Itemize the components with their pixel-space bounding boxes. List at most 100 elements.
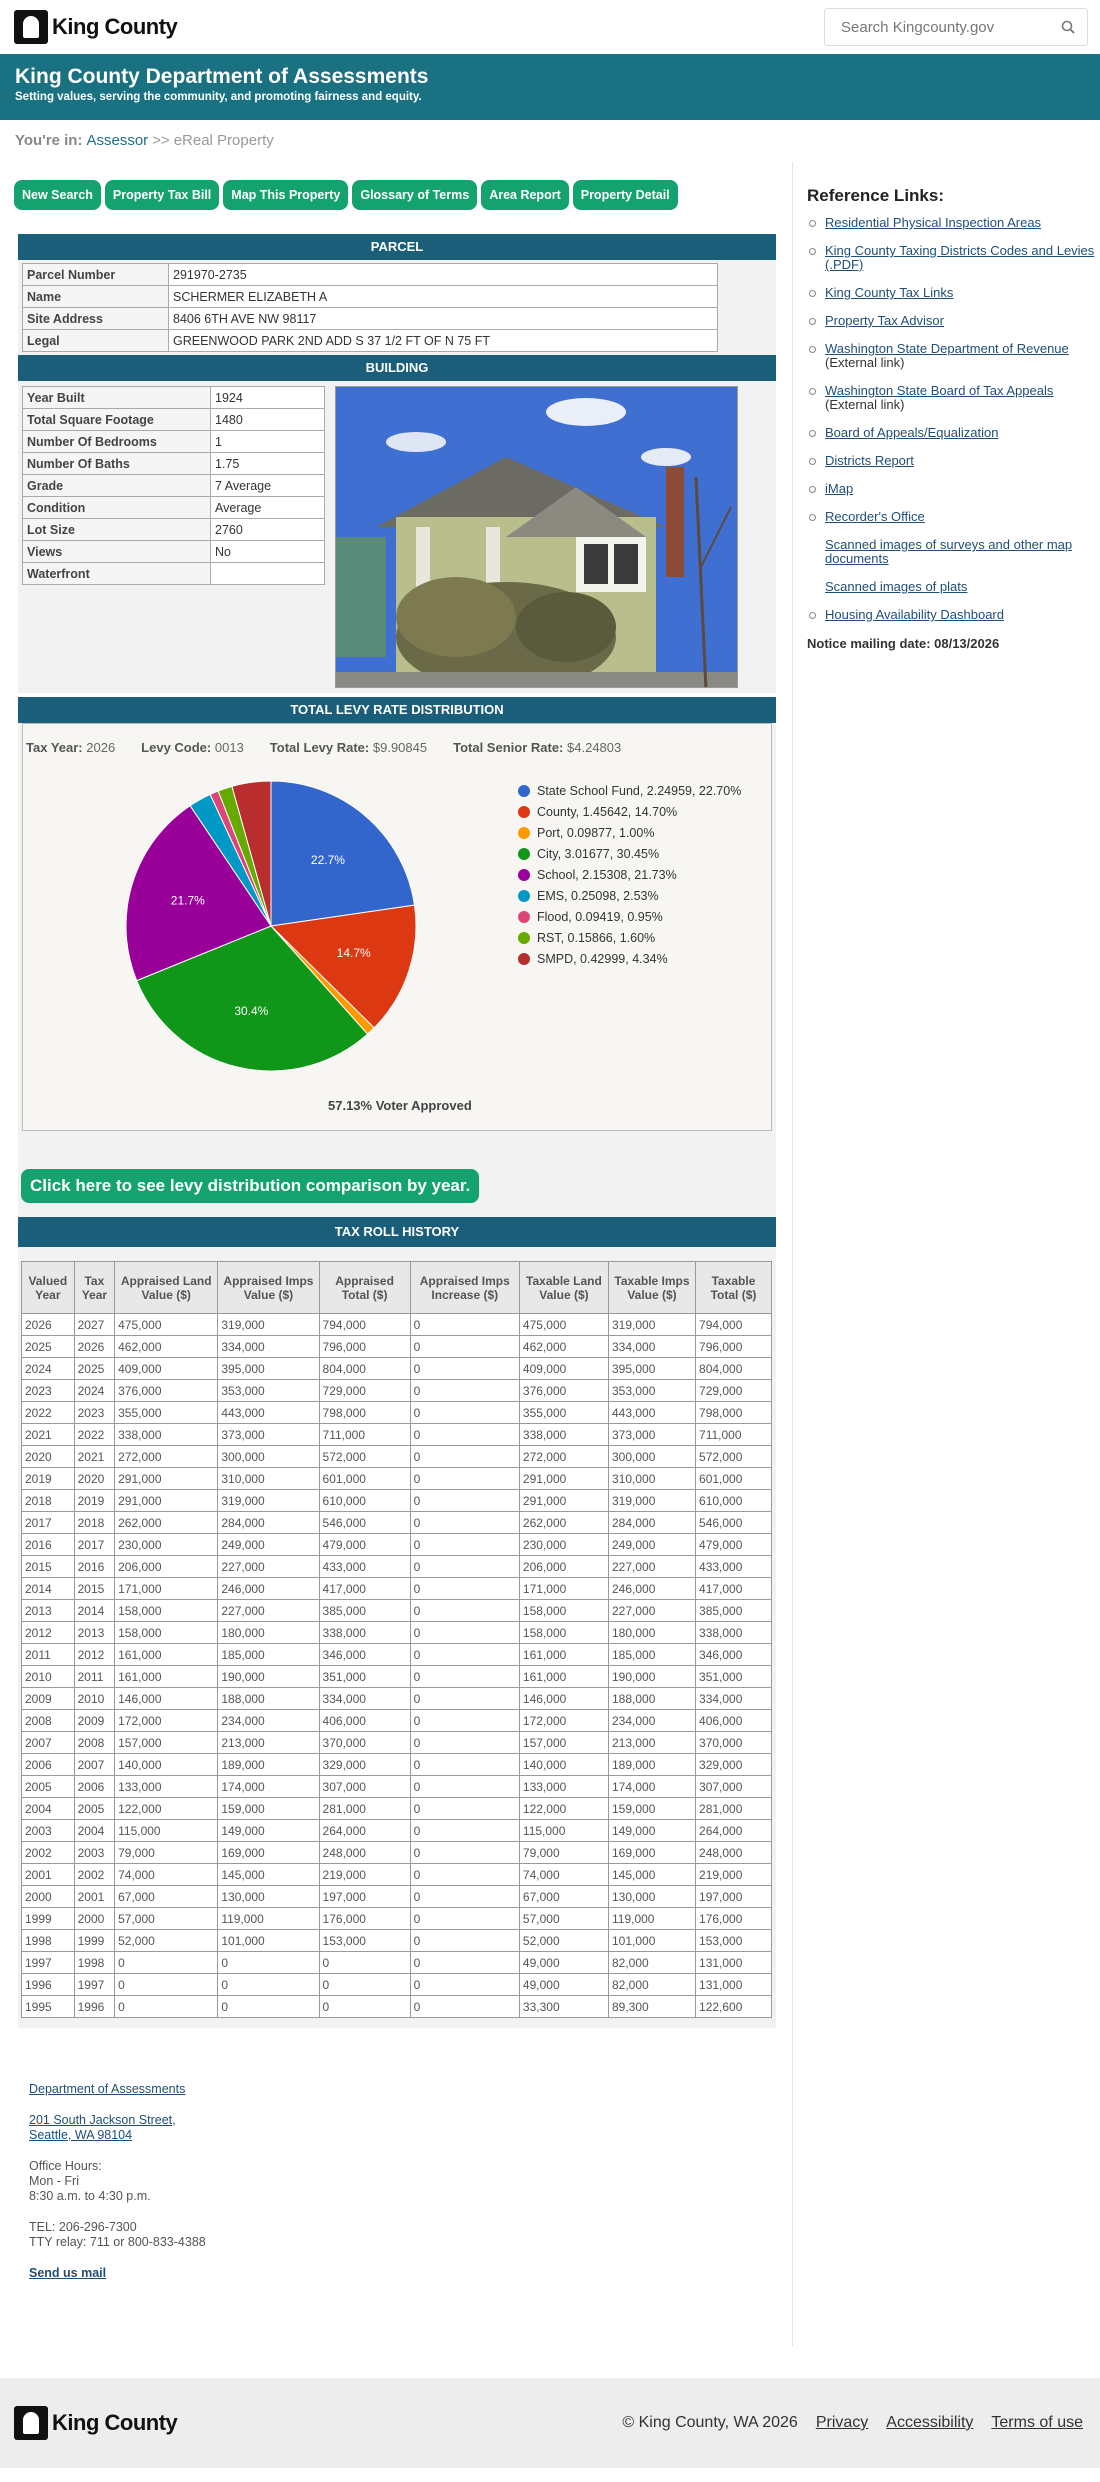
table-cell: 52,000 xyxy=(518,1929,609,1952)
reference-link-item: King County Taxing Districts Codes and L… xyxy=(807,244,1100,272)
reference-link[interactable]: Residential Physical Inspection Areas xyxy=(825,215,1041,230)
table-cell: 2008 xyxy=(73,1731,116,1754)
reference-link[interactable]: King County Tax Links xyxy=(825,285,953,300)
legend-entry: City, 3.01677, 30.45% xyxy=(518,843,741,864)
reference-link[interactable]: Washington State Department of Revenue xyxy=(825,341,1069,356)
table-cell: 2012 xyxy=(73,1643,116,1666)
table-cell: 0 xyxy=(409,1379,520,1402)
reference-link[interactable]: Scanned images of surveys and other map … xyxy=(825,537,1072,566)
reference-link[interactable]: King County Taxing Districts Codes and L… xyxy=(825,243,1094,272)
building-field-value: 7 Average xyxy=(210,474,325,497)
breadcrumb-assessor-link[interactable]: Assessor xyxy=(86,132,148,149)
table-cell: 0 xyxy=(318,1973,411,1996)
reference-link[interactable]: Districts Report xyxy=(825,453,914,468)
table-cell: 157,000 xyxy=(114,1731,219,1754)
reference-link[interactable]: Property Tax Advisor xyxy=(825,313,944,328)
table-cell: 2000 xyxy=(21,1885,75,1908)
reference-link[interactable]: Scanned images of plats xyxy=(825,579,967,594)
table-cell: 2016 xyxy=(21,1533,75,1556)
table-cell: 0 xyxy=(217,1951,320,1974)
send-us-mail-link[interactable]: Send us mail xyxy=(29,2266,106,2280)
levy-comparison-button[interactable]: Click here to see levy distribution comp… xyxy=(21,1169,480,1203)
table-cell: 1998 xyxy=(73,1951,116,1974)
property-detail-button[interactable]: Property Detail xyxy=(572,180,678,210)
building-field-value: 1480 xyxy=(210,408,325,431)
table-cell: 2003 xyxy=(21,1819,75,1842)
reference-link-item: Residential Physical Inspection Areas xyxy=(807,216,1100,230)
accessibility-link[interactable]: Accessibility xyxy=(886,2414,973,2432)
table-cell: 0 xyxy=(409,1951,520,1974)
levy-chart-box: Tax Year: 2026 Levy Code: 0013 Total Lev… xyxy=(22,723,772,1131)
table-cell: 161,000 xyxy=(114,1643,219,1666)
reference-link[interactable]: Board of Appeals/Equalization xyxy=(825,425,998,440)
table-cell: 794,000 xyxy=(318,1313,411,1336)
area-report-button[interactable]: Area Report xyxy=(481,180,569,210)
footer-logo[interactable]: King County xyxy=(14,2406,178,2440)
table-cell: 601,000 xyxy=(695,1467,772,1490)
building-field-value: 1 xyxy=(210,430,325,453)
table-cell: 0 xyxy=(114,1951,219,1974)
table-cell: 2022 xyxy=(21,1401,75,1424)
table-cell: 291,000 xyxy=(114,1489,219,1512)
table-cell: 2004 xyxy=(73,1819,116,1842)
table-cell: 2010 xyxy=(21,1665,75,1688)
table-cell: 82,000 xyxy=(607,1973,697,1996)
table-cell: 2020 xyxy=(73,1467,116,1490)
reference-link[interactable]: Recorder's Office xyxy=(825,509,925,524)
department-link[interactable]: Department of Assessments xyxy=(29,2082,185,2096)
table-cell: 219,000 xyxy=(695,1863,772,1886)
new-search-button[interactable]: New Search xyxy=(14,180,101,210)
table-cell: 601,000 xyxy=(318,1467,411,1490)
table-cell: 2013 xyxy=(73,1621,116,1644)
map-this-property-button[interactable]: Map This Property xyxy=(223,180,349,210)
privacy-link[interactable]: Privacy xyxy=(816,2414,868,2432)
main-content: New Search Property Tax Bill Map This Pr… xyxy=(0,160,792,2346)
table-cell: 395,000 xyxy=(217,1357,320,1380)
table-row: 2020 2021 272,000 300,000 572,000 0 272,000 300… xyxy=(21,1445,772,1468)
table-cell: 329,000 xyxy=(695,1753,772,1776)
table-cell: 0 xyxy=(409,1665,520,1688)
table-cell: 610,000 xyxy=(318,1489,411,1512)
table-row: 2013 2014 158,000 227,000 385,000 0 158,000 227… xyxy=(21,1599,772,1622)
breadcrumb: You're in: Assessor >> eReal Property xyxy=(0,120,1100,160)
table-cell: 0 xyxy=(409,1489,520,1512)
office-hours: 8:30 a.m. to 4:30 p.m. xyxy=(29,2189,151,2203)
table-cell: 2010 xyxy=(73,1687,116,1710)
levy-panel: Tax Year: 2026 Levy Code: 0013 Total Lev… xyxy=(18,723,776,1131)
table-cell: 158,000 xyxy=(114,1621,219,1644)
tax-year-label: Tax Year: xyxy=(26,740,83,755)
department-banner: King County Department of Assessments Se… xyxy=(0,54,1100,120)
table-row: 2022 2023 355,000 443,000 798,000 0 355,000 443… xyxy=(21,1401,772,1424)
reference-links-list: Residential Physical Inspection Areas Kin… xyxy=(807,216,1100,622)
table-cell: 319,000 xyxy=(607,1489,697,1512)
reference-link-item: Housing Availability Dashboard xyxy=(807,608,1100,622)
king-county-logo[interactable]: King County xyxy=(14,10,178,44)
building-row: Grade 7 Average xyxy=(22,474,325,497)
search-input[interactable] xyxy=(839,17,1039,37)
terms-of-use-link[interactable]: Terms of use xyxy=(991,2414,1083,2432)
address-line-2[interactable]: Seattle, WA 98104 xyxy=(29,2128,132,2142)
table-cell: 2023 xyxy=(73,1401,116,1424)
property-tax-bill-button[interactable]: Property Tax Bill xyxy=(104,180,220,210)
address-line-1[interactable]: 201 South Jackson Street, xyxy=(29,2113,176,2127)
table-cell: 1996 xyxy=(21,1973,75,1996)
table-cell: 443,000 xyxy=(607,1401,697,1424)
table-cell: 2024 xyxy=(73,1379,116,1402)
table-cell: 353,000 xyxy=(607,1379,697,1402)
reference-link[interactable]: iMap xyxy=(825,481,853,496)
legend-label: School, 2.15308, 21.73% xyxy=(537,867,677,882)
reference-link[interactable]: Washington State Board of Tax Appeals xyxy=(825,383,1053,398)
reference-link[interactable]: Housing Availability Dashboard xyxy=(825,607,1004,622)
building-field-value: 1924 xyxy=(210,386,325,409)
table-cell: 376,000 xyxy=(518,1379,609,1402)
glossary-of-terms-button[interactable]: Glossary of Terms xyxy=(352,180,478,210)
table-cell: 0 xyxy=(409,1599,520,1622)
table-cell: 230,000 xyxy=(518,1533,609,1556)
legend-entry: School, 2.15308, 21.73% xyxy=(518,864,741,885)
parcel-field-label: Legal xyxy=(22,329,169,352)
table-cell: 115,000 xyxy=(114,1819,219,1842)
table-cell: 1995 xyxy=(21,1995,75,2018)
table-cell: 406,000 xyxy=(318,1709,411,1732)
table-row: 2025 2026 462,000 334,000 796,000 0 462,000 334… xyxy=(21,1335,772,1358)
search-icon[interactable] xyxy=(1061,20,1075,34)
